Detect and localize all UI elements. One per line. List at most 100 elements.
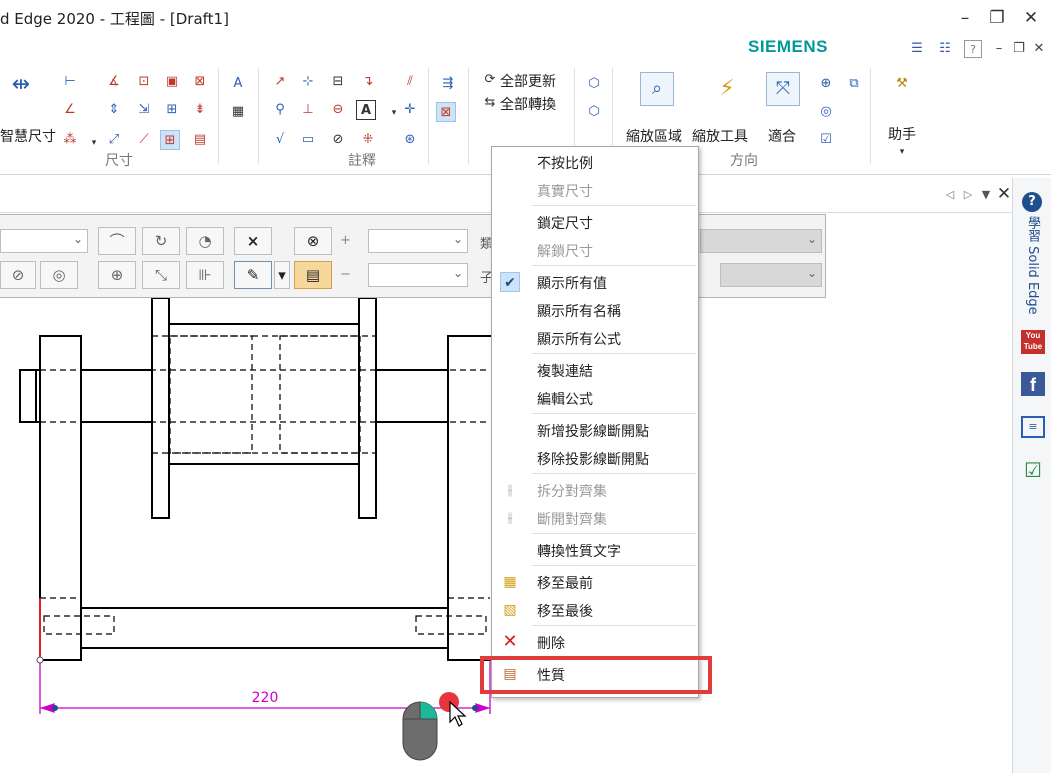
menu-item-add-projection-break[interactable]: 新增投影線斷開點 [492, 417, 698, 443]
style-combo[interactable]: ⌄ [0, 229, 88, 253]
close-icon[interactable]: ✕ [1016, 6, 1046, 30]
align-dimension-icon[interactable]: ⊞ [162, 100, 182, 120]
dimension-grid-icon[interactable]: ⊞ [160, 130, 180, 150]
circle-dimension-button[interactable]: ⊘ [0, 261, 36, 289]
sheet-view-icon[interactable]: ☑ [816, 130, 836, 150]
tab-scroll-left-icon[interactable]: ◁ [940, 185, 960, 205]
menu-item-break-alignment-set[interactable]: ⫳ 斷開對齊集 [492, 505, 698, 531]
menu-item-convert-property-text[interactable]: 轉換性質文字 [492, 537, 698, 563]
view-cube-icon[interactable]: ⬡ [584, 74, 604, 94]
menu-item-send-to-back[interactable]: ▧ 移至最後 [492, 597, 698, 623]
layout-icon[interactable]: ☷ [936, 40, 954, 58]
previous-view-icon[interactable]: ◎ [816, 102, 836, 122]
convert-all-button[interactable]: 全部轉換 [500, 94, 556, 114]
smart-dimension-icon[interactable]: ⇹ [2, 72, 40, 102]
center-mark-cross-icon[interactable]: ✛ [400, 100, 420, 120]
distance-between-icon[interactable]: ⊢ [60, 72, 80, 92]
center-dimension-button[interactable]: ⊕ [98, 261, 136, 289]
arc-dimension-button[interactable]: ⌒ [98, 227, 136, 255]
surface-texture-icon[interactable]: √ [270, 130, 290, 150]
bolt-hole-circle-icon[interactable]: ⊛ [400, 130, 420, 150]
symmetric-diameter-icon[interactable]: ⇕ [104, 100, 124, 120]
edge-condition-icon[interactable]: ▭ [298, 130, 318, 150]
assistant-icon[interactable]: ⚒ [892, 74, 912, 94]
zoom-tool-icon[interactable]: ⚡ [710, 72, 744, 106]
dropdown-arrow-icon[interactable]: ▾ [892, 142, 912, 162]
dimension-value-220[interactable]: 220 [252, 690, 279, 706]
menu-item-show-all-names[interactable]: 顯示所有名稱 [492, 297, 698, 323]
text-profile-icon[interactable]: ▦ [228, 102, 248, 122]
tab-close-icon[interactable]: ✕ [994, 184, 1014, 204]
zoom-in-icon[interactable]: ⊕ [816, 74, 836, 94]
leader-icon[interactable]: ⊹ [298, 72, 318, 92]
facebook-icon[interactable]: f [1021, 372, 1045, 396]
menu-item-copy-link[interactable]: 複製連結 [492, 357, 698, 383]
angle-dimension-button[interactable]: ◔ [186, 227, 224, 255]
youtube-icon[interactable]: You Tube [1021, 330, 1045, 354]
feature-control-frame-icon[interactable]: ⊟ [328, 72, 348, 92]
upper-tolerance-combo[interactable]: ⌄ [368, 229, 468, 253]
weld-symbol-icon[interactable]: ⊥ [298, 100, 318, 120]
concentric-dimension-button[interactable]: ◎ [40, 261, 78, 289]
checklist-icon[interactable]: ☑ [1021, 458, 1045, 482]
fit-button[interactable]: 適合 [768, 126, 796, 146]
fit-icon[interactable]: ⤧ [766, 72, 800, 106]
learn-solid-edge-link[interactable]: 學習 Solid Edge [1022, 216, 1042, 315]
prefix-button[interactable]: ⊗ [294, 227, 332, 255]
view-cube-icon[interactable]: ⬡ [584, 102, 604, 122]
cancel-button[interactable]: × [234, 227, 272, 255]
tab-list-icon[interactable]: ▼ [976, 185, 996, 205]
news-icon[interactable]: ≡ [1021, 416, 1045, 438]
balloon-icon[interactable]: ⚲ [270, 100, 290, 120]
menu-item-show-all-formulas[interactable]: 顯示所有公式 [492, 325, 698, 351]
menu-item-lock-dimension[interactable]: 鎖定尺寸 [492, 209, 698, 235]
callout-icon[interactable]: ↗ [270, 72, 290, 92]
zoom-area-icon[interactable]: ⌕ [640, 72, 674, 106]
menu-item-unlock-dimension[interactable]: 解鎖尺寸 [492, 237, 698, 263]
manage-icon[interactable]: ☰ [908, 40, 926, 58]
centerline-icon[interactable]: ⫽ [400, 72, 420, 92]
text-style-icon[interactable]: A [228, 74, 248, 94]
angular-coordinate-icon[interactable]: ⊡ [134, 72, 154, 92]
tab-scroll-right-icon[interactable]: ▷ [958, 185, 978, 205]
text-icon[interactable]: A [356, 100, 376, 120]
doc-close-icon[interactable]: ✕ [1030, 40, 1048, 58]
menu-item-show-all-values[interactable]: ✔ 顯示所有值 [492, 269, 698, 295]
copy-attributes-icon[interactable]: ⟋ [134, 130, 154, 150]
menu-item-split-alignment-set[interactable]: ⫲ 拆分對齊集 [492, 477, 698, 503]
doc-minimize-icon[interactable]: – [990, 40, 1008, 58]
stack-dimension-icon[interactable]: ⇲ [134, 100, 154, 120]
edit-text-button[interactable]: ✎ [234, 261, 272, 289]
dimension-style-icon[interactable]: ▣ [162, 72, 182, 92]
properties-text-button[interactable]: ▤ [294, 261, 332, 289]
lower-tolerance-combo[interactable]: ⌄ [368, 263, 468, 287]
break-dimension-button[interactable]: ⤡ [142, 261, 180, 289]
smart-dimension-button[interactable]: 智慧尺寸 [0, 126, 56, 146]
menu-item-remove-projection-break[interactable]: 移除投影線斷開點 [492, 445, 698, 471]
align-dimension-button[interactable]: ⊪ [186, 261, 224, 289]
dimension-attach-icon[interactable]: ▤ [190, 130, 210, 150]
assistant-button[interactable]: 助手 [888, 124, 916, 144]
pan-icon[interactable]: ⧉ [844, 74, 864, 94]
chamfer-dimension-icon[interactable]: ⤢ [104, 130, 124, 150]
menu-item-not-to-scale[interactable]: 不按比例 [492, 149, 698, 175]
datum-frame-icon[interactable]: ⊖ [328, 100, 348, 120]
angle-between-icon[interactable]: ∠ [60, 100, 80, 120]
connector-icon[interactable]: ↴ [358, 72, 378, 92]
zoom-tool-button[interactable]: 縮放工具 [692, 126, 748, 146]
menu-item-delete[interactable]: ✕ 刪除 [492, 629, 698, 655]
dimension-rules-icon[interactable]: ⊠ [190, 72, 210, 92]
restore-icon[interactable]: ❐ [982, 6, 1012, 30]
doc-restore-icon[interactable]: ❐ [1010, 40, 1028, 58]
menu-item-edit-formula[interactable]: 編輯公式 [492, 385, 698, 411]
angular-dimension-icon[interactable]: ∡ [104, 72, 124, 92]
dropdown-arrow-icon[interactable]: ▾ [84, 133, 104, 153]
datum-target-icon[interactable]: ⊘ [328, 130, 348, 150]
update-all-button[interactable]: 全部更新 [500, 71, 556, 91]
rotate-dimension-button[interactable]: ↻ [142, 227, 180, 255]
center-mark-icon[interactable]: ⁜ [358, 130, 378, 150]
zoom-area-button[interactable]: 縮放區域 [626, 126, 682, 146]
edit-text-dropdown[interactable]: ▾ [274, 261, 290, 289]
tracker-icon[interactable]: ⇶ [438, 74, 458, 94]
type-combo[interactable]: ⌄ [700, 229, 822, 253]
